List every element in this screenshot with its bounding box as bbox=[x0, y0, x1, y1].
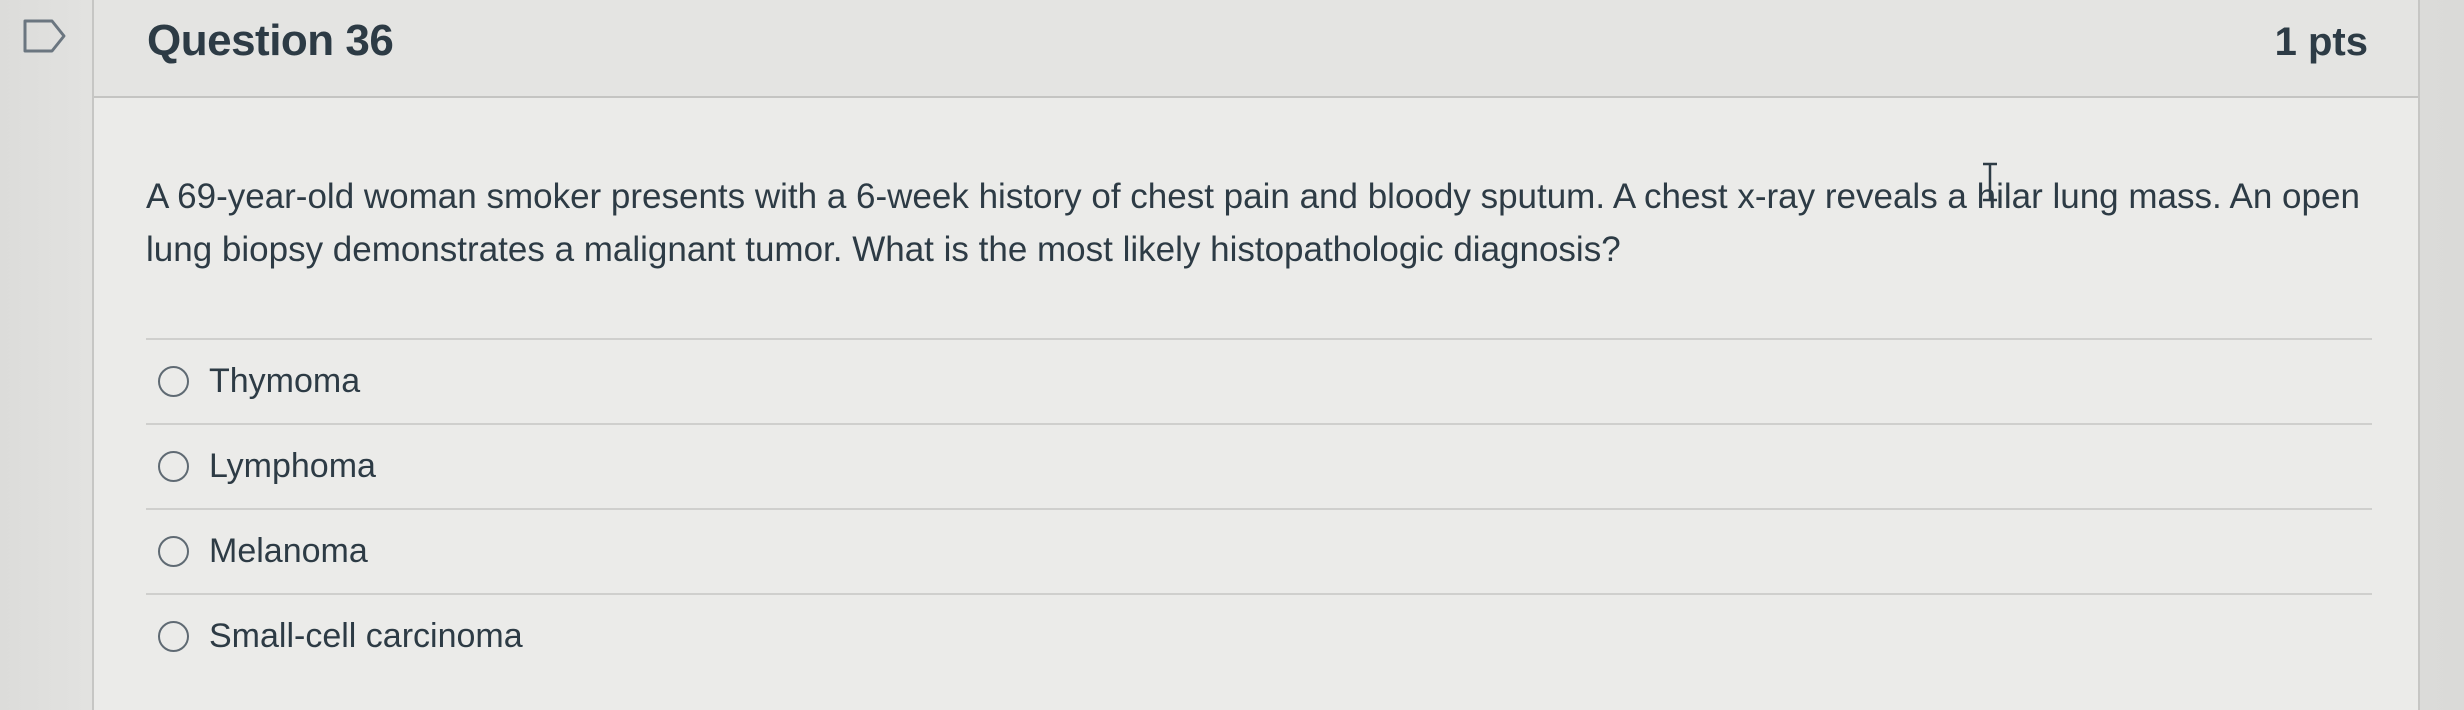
question-header: Question 36 1 pts bbox=[94, 0, 2418, 98]
radio-button-icon[interactable] bbox=[158, 451, 189, 482]
question-title: Question 36 bbox=[147, 16, 394, 65]
answer-label[interactable]: Melanoma bbox=[209, 532, 368, 571]
text-cursor-icon bbox=[1983, 162, 1997, 202]
radio-button-icon[interactable] bbox=[158, 621, 189, 652]
answer-label[interactable]: Thymoma bbox=[209, 362, 360, 401]
answer-option-melanoma[interactable]: Melanoma bbox=[146, 510, 2372, 595]
question-points: 1 pts bbox=[2274, 20, 2368, 64]
flag-question-icon[interactable] bbox=[22, 18, 68, 54]
question-text: A 69-year-old woman smoker presents with… bbox=[146, 177, 2360, 269]
quiz-page: Question 36 1 pts A 69-year-old woman sm… bbox=[0, 0, 2464, 710]
answer-option-thymoma[interactable]: Thymoma bbox=[146, 340, 2372, 425]
answer-list: Thymoma Lymphoma Melanoma Small-cell car… bbox=[146, 340, 2372, 678]
radio-button-icon[interactable] bbox=[158, 366, 189, 397]
answer-option-lymphoma[interactable]: Lymphoma bbox=[146, 425, 2372, 510]
question-card: Question 36 1 pts A 69-year-old woman sm… bbox=[92, 0, 2420, 710]
answer-label[interactable]: Small-cell carcinoma bbox=[209, 617, 523, 656]
answer-option-small-cell-carcinoma[interactable]: Small-cell carcinoma bbox=[146, 595, 2372, 678]
answer-label[interactable]: Lymphoma bbox=[209, 447, 376, 486]
radio-button-icon[interactable] bbox=[158, 536, 189, 567]
